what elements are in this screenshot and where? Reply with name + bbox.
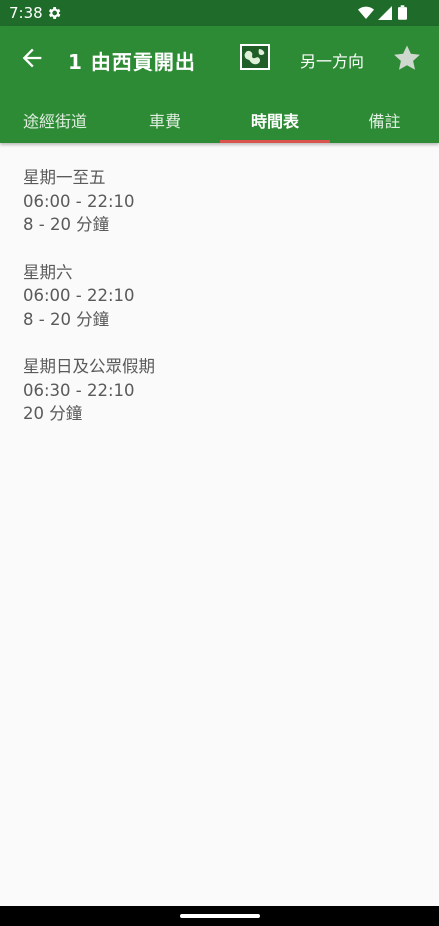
tab-bar: 途經街道 車費 時間表 備註 bbox=[0, 96, 439, 143]
tab-fare[interactable]: 車費 bbox=[110, 96, 220, 143]
battery-icon bbox=[398, 5, 407, 20]
timetable-day: 星期一至五 bbox=[23, 168, 106, 187]
timetable-hours: 06:00 - 22:10 bbox=[23, 286, 135, 305]
timetable-entry: 星期日及公眾假期 06:30 - 22:10 20 分鐘 bbox=[23, 355, 423, 426]
page-title: 1 由西貢開出 bbox=[68, 50, 196, 74]
timetable-day: 星期六 bbox=[23, 262, 73, 282]
timetable-hours: 06:00 - 22:10 bbox=[23, 191, 135, 211]
app-bar: 1 由西貢開出 另一方向 途經街道 車費 時間表 備註 bbox=[0, 26, 439, 143]
wifi-icon bbox=[358, 6, 374, 20]
timetable-day: 星期日及公眾假期 bbox=[23, 357, 155, 376]
system-nav-bar bbox=[0, 906, 439, 926]
star-icon[interactable] bbox=[392, 43, 422, 73]
status-bar: 7:38 bbox=[0, 0, 439, 26]
timetable-frequency: 8 - 20 分鐘 bbox=[23, 215, 110, 234]
active-tab-indicator bbox=[220, 140, 330, 143]
timetable-list: 星期一至五 06:00 - 22:10 8 - 20 分鐘 星期六 06:00 … bbox=[23, 166, 423, 450]
tab-timetable[interactable]: 時間表 bbox=[220, 96, 330, 143]
status-time: 7:38 bbox=[9, 4, 43, 22]
timetable-hours: 06:30 - 22:10 bbox=[23, 380, 135, 400]
timetable-entry: 星期六 06:00 - 22:10 8 - 20 分鐘 bbox=[23, 261, 423, 332]
back-arrow-icon[interactable] bbox=[18, 44, 46, 72]
cell-signal-icon bbox=[378, 6, 392, 20]
timetable-entry: 星期一至五 06:00 - 22:10 8 - 20 分鐘 bbox=[23, 166, 423, 237]
map-icon[interactable] bbox=[240, 44, 270, 70]
gear-icon bbox=[48, 7, 61, 19]
home-gesture-handle[interactable] bbox=[180, 914, 260, 918]
timetable-frequency: 20 分鐘 bbox=[23, 404, 83, 423]
tab-remarks[interactable]: 備註 bbox=[330, 96, 439, 143]
tab-streets[interactable]: 途經街道 bbox=[0, 96, 110, 143]
timetable-frequency: 8 - 20 分鐘 bbox=[23, 309, 110, 329]
reverse-direction-button[interactable]: 另一方向 bbox=[300, 48, 364, 72]
